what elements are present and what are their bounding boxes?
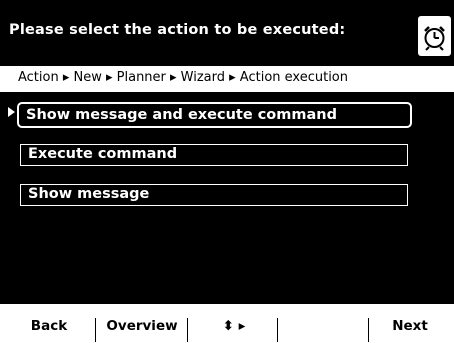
back-button[interactable]: Back	[18, 314, 80, 338]
softkey-divider	[277, 318, 278, 342]
header-bar: Please select the action to be executed:	[0, 0, 454, 66]
empty-softkey[interactable]	[280, 314, 368, 338]
softkey-divider	[187, 318, 188, 342]
option-execute-command[interactable]: Execute command	[20, 144, 408, 166]
page-title: Please select the action to be executed:	[9, 22, 346, 38]
selection-cursor-icon	[8, 107, 15, 117]
option-show-message-and-execute-command[interactable]: Show message and execute command	[17, 102, 412, 128]
alarm-clock-icon	[418, 16, 451, 56]
softkey-bar: Back Overview ⬍ ▸ Next	[0, 304, 454, 343]
overview-button[interactable]: Overview	[97, 314, 187, 338]
navigate-button[interactable]: ⬍ ▸	[190, 314, 278, 338]
softkey-divider	[95, 318, 96, 342]
softkey-divider	[368, 318, 369, 342]
action-list: Show message and execute command Execute…	[0, 92, 454, 304]
option-show-message[interactable]: Show message	[20, 184, 408, 206]
breadcrumb-path: Action ▸ New ▸ Planner ▸ Wizard ▸ Action…	[18, 70, 349, 85]
breadcrumb: Action ▸ New ▸ Planner ▸ Wizard ▸ Action…	[0, 66, 454, 92]
next-button[interactable]: Next	[370, 314, 450, 338]
